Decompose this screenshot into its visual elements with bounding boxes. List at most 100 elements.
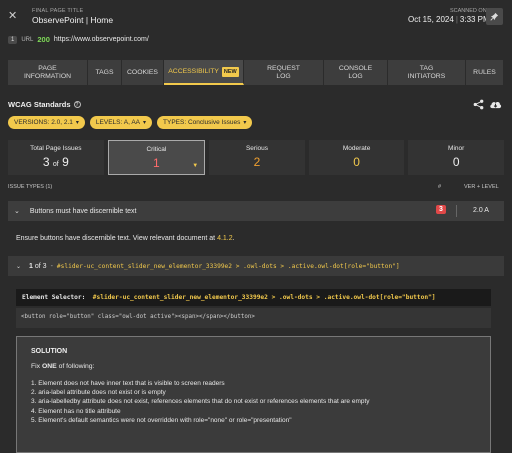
tab-bar: PAGE INFORMATION TAGS COOKIES ACCESSIBIL… (8, 60, 504, 85)
chevron-down-icon: ⌄ (16, 263, 22, 270)
tab-label: PAGE INFORMATION (23, 64, 72, 80)
issue-count-badge: 3 (436, 205, 446, 214)
issue-description: Ensure buttons have discernible text. Vi… (16, 235, 235, 242)
moderate-card[interactable]: Moderate 0 (308, 140, 405, 175)
tab-accessibility[interactable]: ACCESSIBILITY NEW (164, 60, 244, 85)
solution-item: 1. Element does not have inner text that… (31, 380, 225, 387)
status-code: 200 (37, 35, 50, 44)
page-url[interactable]: https://www.observepoint.com/ (54, 36, 149, 43)
chevron-down-icon: ⌄ (14, 208, 20, 215)
wcag-standards-title: WCAG Standards (8, 100, 71, 109)
issue-types-title: ISSUE TYPES (1) (8, 184, 53, 190)
scanned-on-label: SCANNED ON (450, 8, 487, 14)
pager-total: of 3 (34, 262, 47, 270)
filter-label: TYPES: Conclusive Issues (163, 119, 241, 126)
ver-level-column-header: VER + LEVEL (464, 184, 499, 190)
tab-page-information[interactable]: PAGE INFORMATION (8, 60, 88, 85)
fix-suffix: of following: (58, 363, 95, 370)
pin-button[interactable] (486, 8, 503, 25)
page-title: ObservePoint | Home (32, 15, 114, 25)
tab-label: REQUEST LOG (267, 64, 300, 80)
new-badge: NEW (221, 66, 239, 77)
chevron-down-icon: ▾ (143, 120, 147, 126)
issue-row[interactable]: ⌄ Buttons must have discernible text 3 2… (8, 201, 504, 221)
occurrence-pager: 1 of 3 (29, 263, 47, 270)
issue-name: Buttons must have discernible text (29, 207, 137, 215)
divider (456, 205, 457, 217)
tab-rules[interactable]: RULES (466, 60, 504, 85)
pager-current: 1 (29, 262, 33, 270)
stat-value: 0 (353, 155, 360, 169)
tab-label: COOKIES (127, 68, 158, 76)
issue-level: 2.0 A (473, 207, 489, 214)
filter-label: VERSIONS: 2.0, 2.1 (14, 119, 73, 126)
stat-of: of (52, 161, 59, 168)
help-icon[interactable]: ? (73, 101, 81, 108)
tab-label: TAGS (95, 68, 114, 76)
url-index-badge: 1 (8, 35, 18, 44)
tab-label: ACCESSIBILITY (168, 67, 219, 75)
pin-icon (490, 12, 499, 21)
stat-total: 9 (62, 155, 69, 169)
final-page-title-label: FINAL PAGE TITLE (32, 8, 84, 14)
filter-bar: VERSIONS: 2.0, 2.1 ▾ LEVELS: A, AA ▾ TYPES… (8, 116, 253, 129)
count-column-header: # (438, 184, 442, 190)
separator: - (50, 262, 53, 270)
stat-label: Critical (146, 146, 167, 153)
solution-item: 5. Element's default semantics were not … (31, 416, 292, 424)
url-label: URL (21, 36, 34, 43)
stat-value: 1 (153, 156, 160, 170)
scanned-date-value: Oct 15, 2024 (408, 15, 454, 24)
tab-tags[interactable]: TAGS (88, 60, 122, 85)
element-selector-value[interactable]: #slider-uc_content_slider_new_elementor_… (93, 294, 436, 301)
solution-fix-line: Fix ONE of following: (31, 363, 476, 370)
doc-link[interactable]: 4.1.2 (217, 235, 233, 242)
chevron-down-icon: ▾ (75, 120, 79, 126)
stat-label: Total Page Issues (30, 145, 82, 152)
tab-cookies[interactable]: COOKIES (122, 60, 164, 85)
chevron-down-icon: ▾ (243, 120, 247, 126)
description-text: Ensure buttons have discernible text. Vi… (16, 235, 216, 242)
tab-tag-initiators[interactable]: TAG INITIATORS (388, 60, 466, 85)
cloud-download-icon[interactable] (489, 99, 502, 110)
tab-label: RULES (473, 68, 496, 76)
levels-filter[interactable]: LEVELS: A, AA ▾ (89, 116, 153, 129)
solution-title: SOLUTION (31, 348, 68, 355)
tab-label: TAG INITIATORS (407, 64, 446, 80)
solution-item: 2. aria-label attribute does not exist o… (31, 389, 166, 397)
critical-card[interactable]: Critical 1 ▼ (107, 140, 206, 175)
element-selector-label: Element Selector: (22, 294, 86, 301)
description-period: . (232, 235, 235, 242)
html-snippet: <button role="button" class="owl-dot act… (16, 308, 491, 328)
element-selector-box: Element Selector: #slider-uc_content_sli… (16, 289, 491, 306)
solution-box: SOLUTION Fix ONE of following: 1. Elemen… (16, 336, 491, 453)
minor-card[interactable]: Minor 0 (408, 140, 504, 175)
types-filter[interactable]: TYPES: Conclusive Issues ▾ (157, 116, 253, 129)
fix-prefix: Fix (31, 363, 41, 370)
tab-label: CONSOLE LOG (338, 64, 373, 80)
share-icon[interactable] (473, 99, 484, 110)
tab-console-log[interactable]: CONSOLE LOG (324, 60, 388, 85)
scanned-date: Oct 15, 2024 | 3:33 PM (408, 15, 490, 24)
close-icon[interactable]: ✕ (8, 9, 17, 22)
versions-filter[interactable]: VERSIONS: 2.0, 2.1 ▾ (8, 116, 85, 129)
solution-list: 1. Element does not have inner text that… (31, 379, 476, 425)
stat-label: Serious (245, 145, 268, 152)
page-header: ✕ FINAL PAGE TITLE ObservePoint | Home S… (0, 0, 512, 58)
stat-value: 0 (452, 155, 460, 169)
solution-item: 3. aria-labelledby attribute does not ex… (31, 398, 370, 406)
issue-stats: Total Page Issues 3 of 9 Critical 1 ▼ Se… (8, 140, 504, 175)
tab-request-log[interactable]: REQUEST LOG (244, 60, 324, 85)
caret-down-icon: ▼ (192, 163, 199, 169)
wcag-standards-heading: WCAG Standards ? (8, 100, 81, 109)
total-issues-card: Total Page Issues 3 of 9 (8, 140, 104, 175)
stat-count: 3 (42, 155, 50, 169)
url-row: 1 URL 200 https://www.observepoint.com/ (8, 35, 149, 44)
stat-label: Moderate (342, 145, 371, 152)
filter-label: LEVELS: A, AA (95, 119, 140, 126)
occurrence-row[interactable]: ⌄ 1 of 3 - #slider-uc_content_slider_new… (8, 256, 504, 276)
fix-bold: ONE (41, 363, 57, 370)
serious-card[interactable]: Serious 2 (209, 140, 305, 175)
stat-value: 3 of 9 (8, 155, 104, 169)
stat-label: Minor (448, 145, 465, 152)
